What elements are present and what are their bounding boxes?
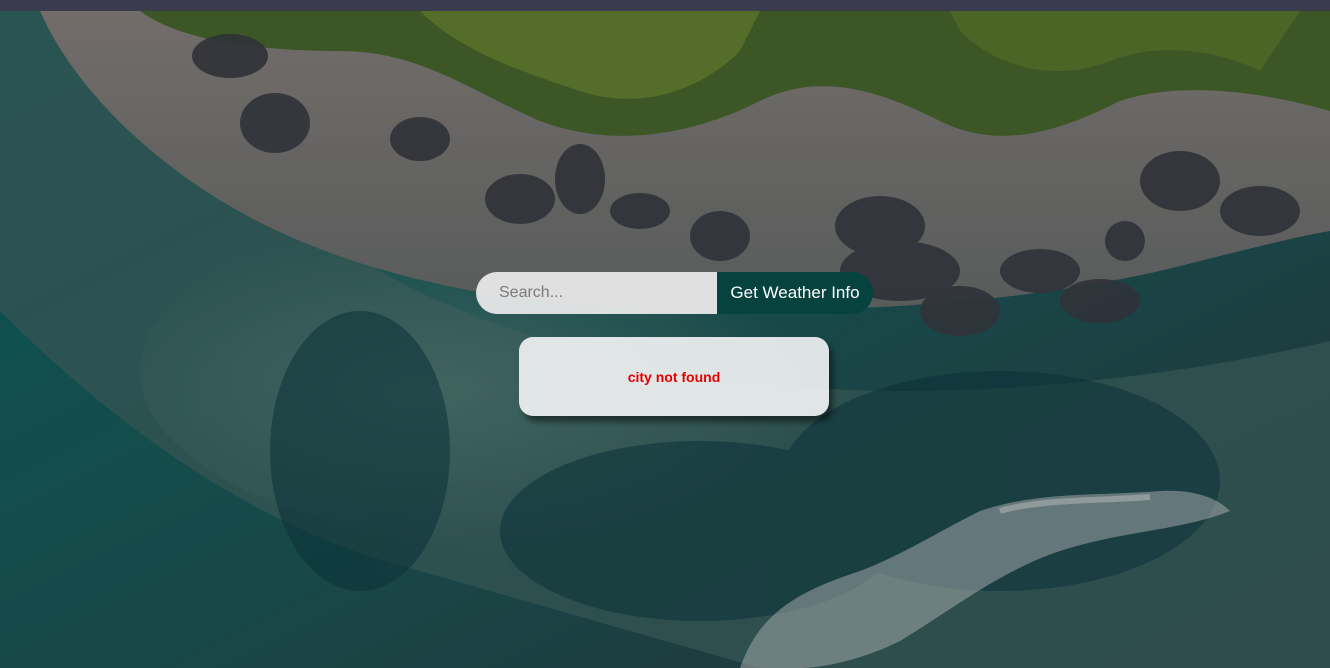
top-bar [0, 0, 1330, 11]
search-input[interactable] [476, 272, 717, 314]
get-weather-button[interactable]: Get Weather Info [717, 272, 873, 314]
error-message: city not found [627, 368, 721, 385]
weather-result-card: city not found [519, 337, 829, 416]
search-bar: Get Weather Info [476, 272, 873, 314]
